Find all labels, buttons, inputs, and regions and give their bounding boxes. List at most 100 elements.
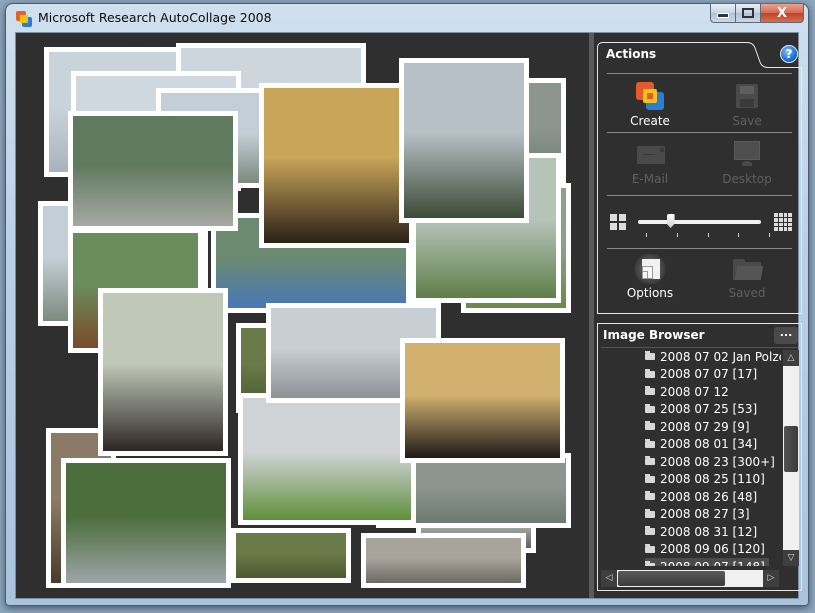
monitor-icon	[731, 140, 763, 170]
folder-icon	[645, 438, 655, 448]
collage-photo-garden-house[interactable]	[238, 393, 416, 525]
scroll-left-button[interactable]: ◁	[601, 570, 617, 587]
options-label: Options	[626, 286, 674, 300]
more-images-icon	[774, 213, 792, 231]
folder-label: 2008 07 02 Jan Polzer	[660, 349, 781, 364]
actions-title: Actions	[606, 47, 657, 61]
maximize-button[interactable]	[735, 3, 761, 23]
title-bar[interactable]: Microsoft Research AutoCollage 2008 X	[6, 3, 808, 32]
folder-tree-item[interactable]: 2008 07 07 [17]	[645, 366, 761, 383]
close-button[interactable]: X	[760, 3, 804, 23]
scroll-down-button[interactable]: ▽	[783, 550, 799, 566]
horizontal-scroll-thumb[interactable]	[618, 571, 725, 586]
photo-image	[236, 533, 346, 578]
save-button[interactable]: Save	[702, 82, 792, 128]
vertical-scrollbar[interactable]: △ ▽	[783, 350, 799, 566]
maximize-icon	[742, 8, 754, 18]
slider-track[interactable]	[638, 220, 761, 224]
create-label: Create	[630, 114, 670, 128]
window-title: Microsoft Research AutoCollage 2008	[38, 10, 272, 25]
folder-tree-item[interactable]: 2008 08 27 [3]	[645, 506, 754, 523]
folder-icon	[645, 403, 655, 413]
create-button[interactable]: Create	[605, 82, 695, 128]
folder-tree-item[interactable]: 2008 07 12	[645, 383, 733, 400]
folder-icon	[645, 456, 655, 465]
divider	[607, 132, 792, 133]
image-count-slider[interactable]	[605, 212, 794, 242]
folder-label: 2008 09 07 [148]	[660, 560, 765, 567]
photo-image	[366, 538, 521, 583]
collage-photo-grass[interactable]	[231, 528, 351, 583]
divider	[607, 73, 792, 74]
collage-canvas[interactable]	[16, 33, 589, 598]
collage-photo-people-bridge[interactable]	[61, 458, 231, 588]
folder-icon	[645, 351, 655, 360]
folder-icon	[645, 508, 655, 518]
options-button[interactable]: Options	[605, 254, 695, 300]
floppy-icon	[731, 82, 763, 112]
folder-tree-item[interactable]: 2008 09 06 [120]	[645, 541, 769, 558]
client-area: Actions ? Create Save E-Mail Desktop Opt…	[15, 32, 802, 599]
slider-thumb[interactable]	[666, 214, 675, 228]
email-button[interactable]: E-Mail	[605, 140, 695, 186]
desktop-button[interactable]: Desktop	[702, 140, 792, 186]
folder-tree-item[interactable]: 2008 08 01 [34]	[645, 436, 761, 453]
folder-tree-item[interactable]: 2008 08 31 [12]	[645, 523, 761, 540]
folder-tree-item[interactable]: 2008 07 25 [53]	[645, 401, 761, 418]
desktop-label: Desktop	[722, 172, 772, 186]
folder-tree-item[interactable]: 2008 09 07 [148]	[645, 558, 769, 566]
photo-image	[264, 88, 409, 243]
image-browser-panel: Image Browser ... 2008 07 02 Jan Polzer 2…	[597, 323, 802, 591]
save-label: Save	[732, 114, 762, 128]
folder-icon	[645, 561, 655, 566]
collage-photo-pavement[interactable]	[361, 533, 526, 588]
close-icon: X	[776, 5, 788, 21]
folder-tree-item[interactable]: 2008 07 02 Jan Polzer	[645, 348, 781, 365]
collage-photo-man-at-cafe[interactable]	[98, 288, 228, 456]
image-browser-header: Image Browser ...	[598, 324, 801, 346]
folder-icon	[645, 526, 655, 535]
photo-image	[73, 116, 233, 226]
actions-panel: Actions ? Create Save E-Mail Desktop Opt…	[597, 42, 802, 314]
scroll-up-button[interactable]: △	[783, 350, 799, 366]
folder-icon	[645, 543, 655, 553]
folder-label: 2008 07 07 [17]	[660, 367, 758, 381]
minimize-button[interactable]	[710, 3, 736, 23]
slider-tick	[676, 233, 678, 237]
photo-image	[66, 463, 226, 583]
minimize-icon	[717, 13, 729, 18]
email-label: E-Mail	[631, 172, 669, 186]
browse-more-button[interactable]: ...	[774, 327, 798, 344]
collage-photo-man-at-dam[interactable]	[68, 111, 238, 231]
saved-label: Saved	[728, 286, 766, 300]
folder-label: 2008 08 31 [12]	[660, 524, 758, 539]
collage-photo-woman-coffee[interactable]	[400, 338, 565, 463]
folder-icon	[645, 368, 655, 378]
envelope-icon	[634, 140, 666, 170]
folder-label: 2008 08 27 [3]	[660, 507, 750, 521]
create-icon	[634, 82, 666, 112]
autocollage-app-icon	[16, 11, 32, 27]
vertical-scroll-thumb[interactable]	[784, 426, 798, 472]
slider-tick	[707, 233, 709, 237]
folder-tree-item[interactable]: 2008 08 25 [110]	[645, 471, 769, 488]
folder-tree-item[interactable]: 2008 08 26 [48]	[645, 488, 761, 505]
saved-button[interactable]: Saved	[702, 254, 792, 300]
folder-label: 2008 08 26 [48]	[660, 489, 758, 504]
folder-icon	[731, 254, 764, 284]
slider-tick	[738, 233, 740, 237]
folder-tree-item[interactable]: 2008 07 29 [9]	[645, 418, 754, 435]
scroll-right-button[interactable]: ▷	[763, 570, 779, 587]
slider-tick	[646, 233, 647, 237]
panel-splitter[interactable]	[589, 33, 594, 598]
folder-tree[interactable]: 2008 07 02 Jan Polzer 2008 07 07 [17] 2008…	[598, 348, 781, 566]
photo-image	[405, 343, 560, 458]
help-icon[interactable]: ?	[780, 45, 798, 63]
collage-photo-chimney[interactable]	[399, 58, 529, 223]
folder-tree-item[interactable]: 2008 08 23 [300+]	[645, 453, 779, 470]
horizontal-scrollbar[interactable]: ◁ ▷	[601, 570, 779, 587]
divider	[607, 248, 792, 249]
collage-photo-woman-thinking[interactable]	[259, 83, 414, 248]
folder-label: 2008 08 25 [110]	[660, 472, 765, 486]
image-browser-title: Image Browser	[603, 328, 705, 342]
